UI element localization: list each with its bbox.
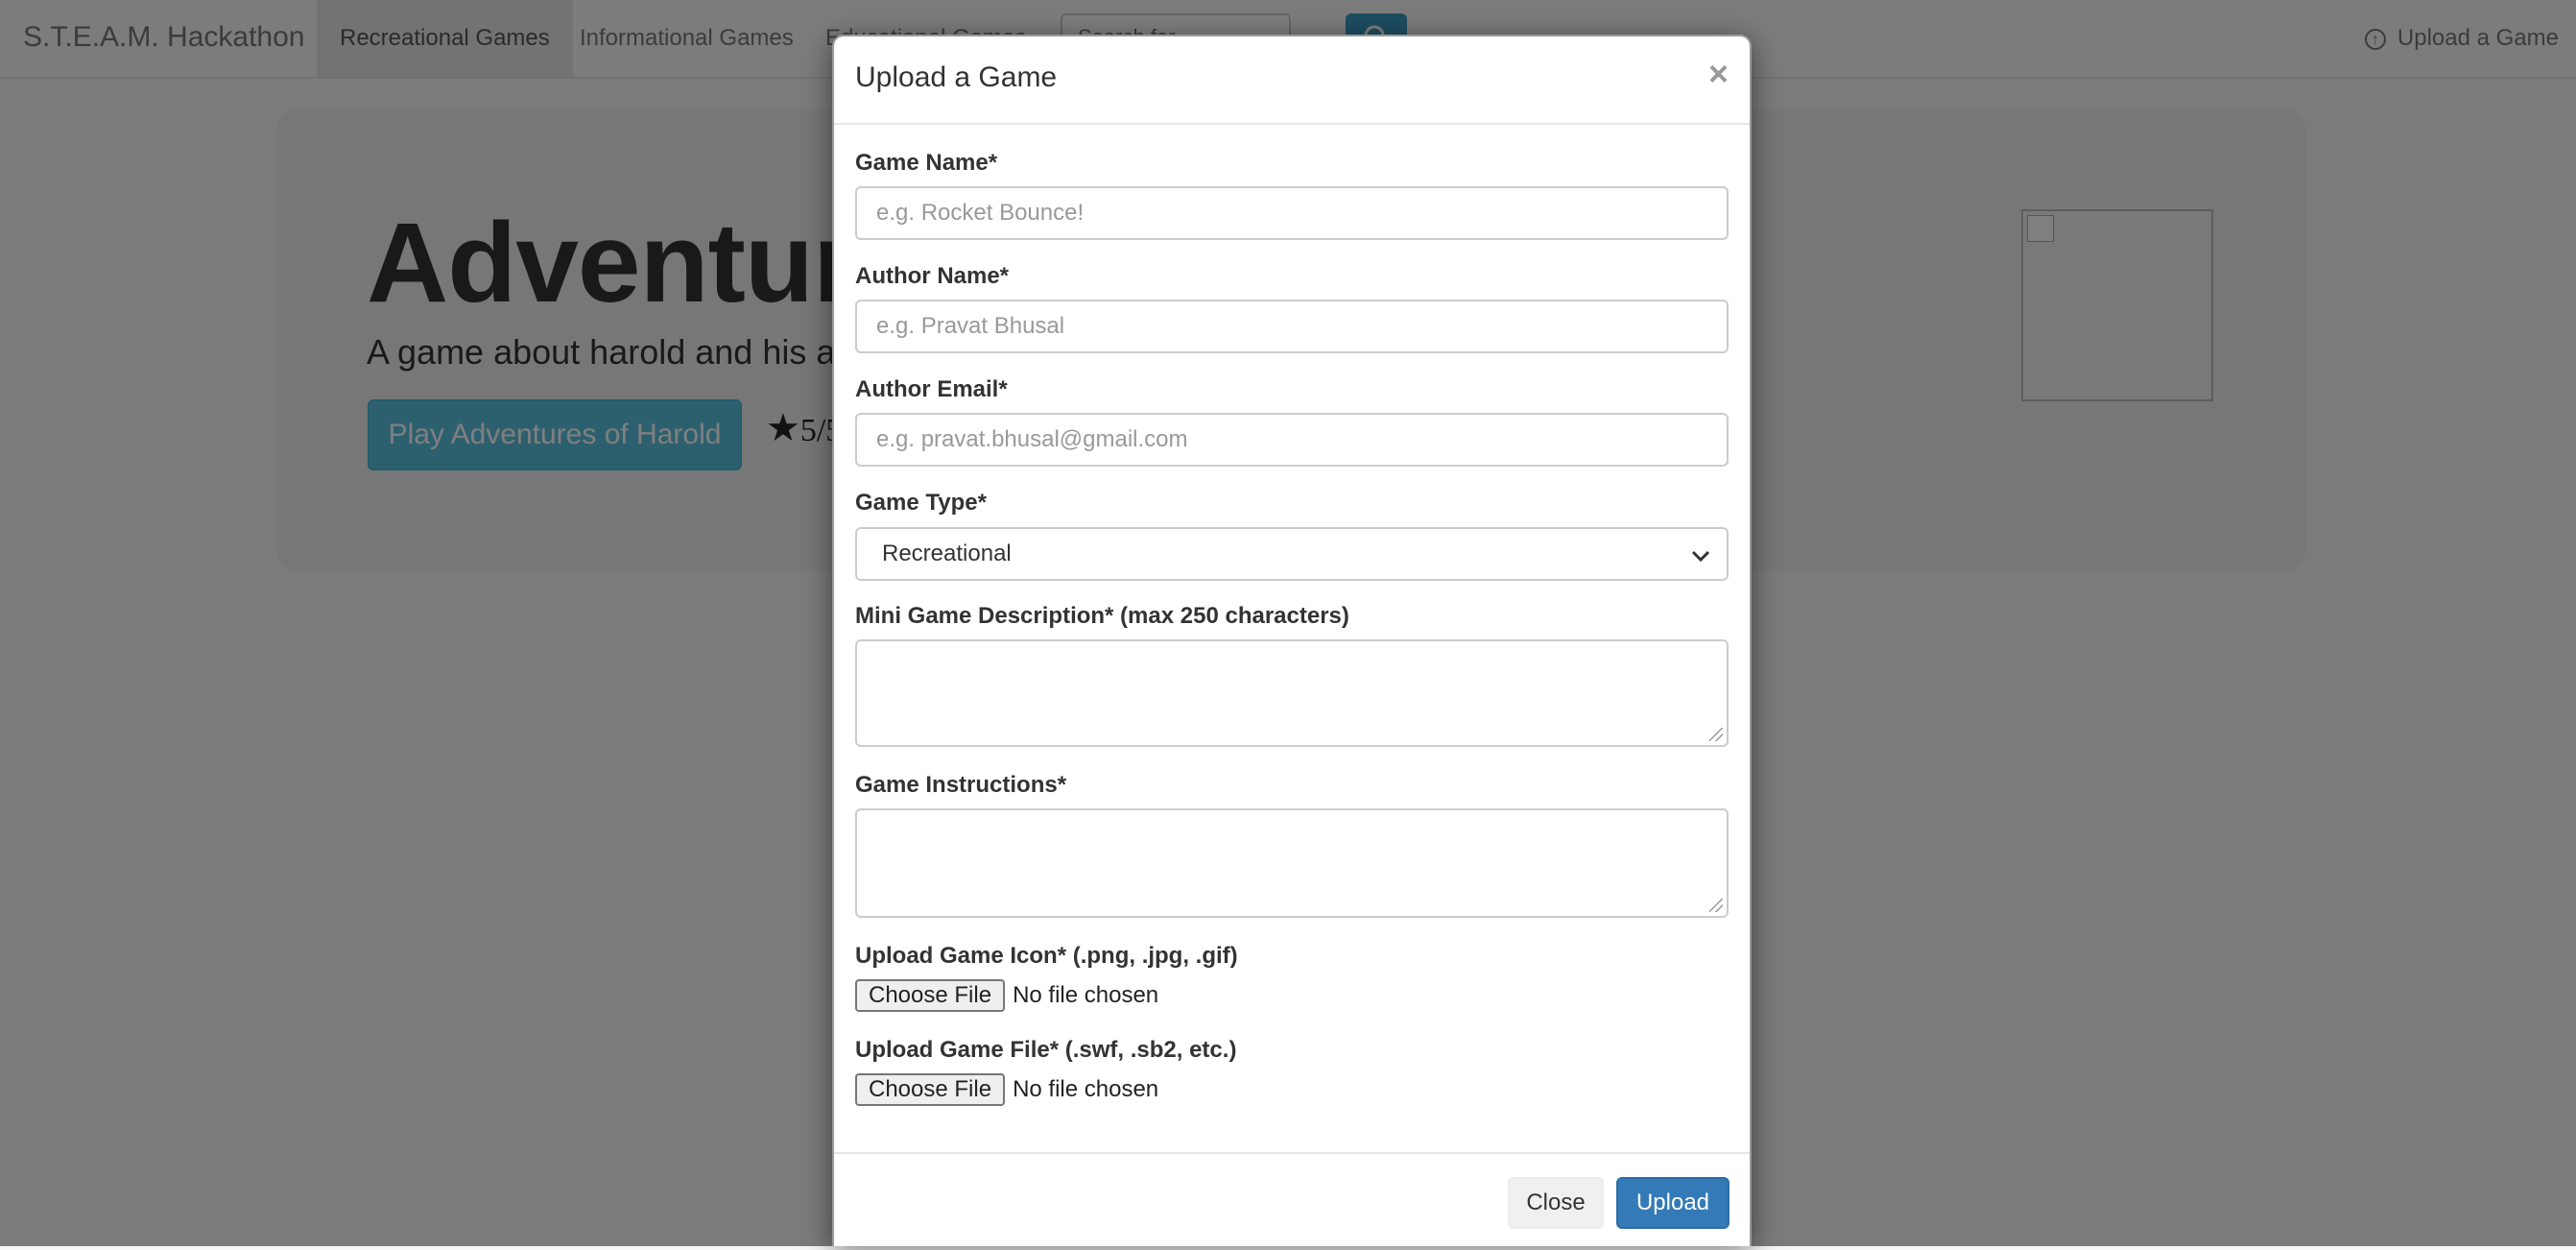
instructions-label: Game Instructions* [855, 772, 1067, 798]
game-file-upload-label: Upload Game File* (.swf, .sb2, etc.) [855, 1037, 1237, 1063]
resize-handle-icon[interactable] [1709, 728, 1723, 741]
game-file-input: Choose File No file chosen [855, 1073, 1158, 1106]
game-file-status: No file chosen [1013, 1076, 1159, 1102]
game-type-label: Game Type* [855, 490, 987, 516]
author-name-input[interactable] [855, 300, 1729, 353]
modal-header: Upload a Game × [834, 36, 1750, 125]
icon-file-status: No file chosen [1013, 982, 1159, 1008]
mini-description-label: Mini Game Description* (max 250 characte… [855, 603, 1349, 629]
author-email-label: Author Email* [855, 376, 1008, 402]
resize-handle-icon[interactable] [1709, 899, 1723, 912]
chevron-down-icon [1690, 539, 1711, 589]
game-name-label: Game Name* [855, 150, 998, 176]
icon-file-input: Choose File No file chosen [855, 979, 1158, 1012]
game-type-select[interactable]: Recreational [855, 527, 1729, 581]
game-type-selected: Recreational [882, 541, 1012, 566]
close-button[interactable]: Close [1508, 1177, 1604, 1229]
modal-footer: Close Upload [834, 1152, 1750, 1250]
mini-description-textarea[interactable] [855, 639, 1729, 747]
instructions-textarea[interactable] [855, 808, 1729, 918]
close-icon[interactable]: × [1708, 54, 1729, 94]
game-name-input[interactable] [855, 186, 1729, 240]
choose-game-file-button[interactable]: Choose File [855, 1073, 1006, 1106]
author-name-label: Author Name* [855, 263, 1010, 289]
icon-upload-label: Upload Game Icon* (.png, .jpg, .gif) [855, 943, 1238, 969]
modal-title: Upload a Game [855, 61, 1058, 93]
choose-icon-file-button[interactable]: Choose File [855, 979, 1006, 1012]
upload-button[interactable]: Upload [1616, 1177, 1729, 1229]
upload-game-modal: Upload a Game × Game Name* Author Name* … [832, 35, 1752, 1246]
author-email-input[interactable] [855, 413, 1729, 467]
